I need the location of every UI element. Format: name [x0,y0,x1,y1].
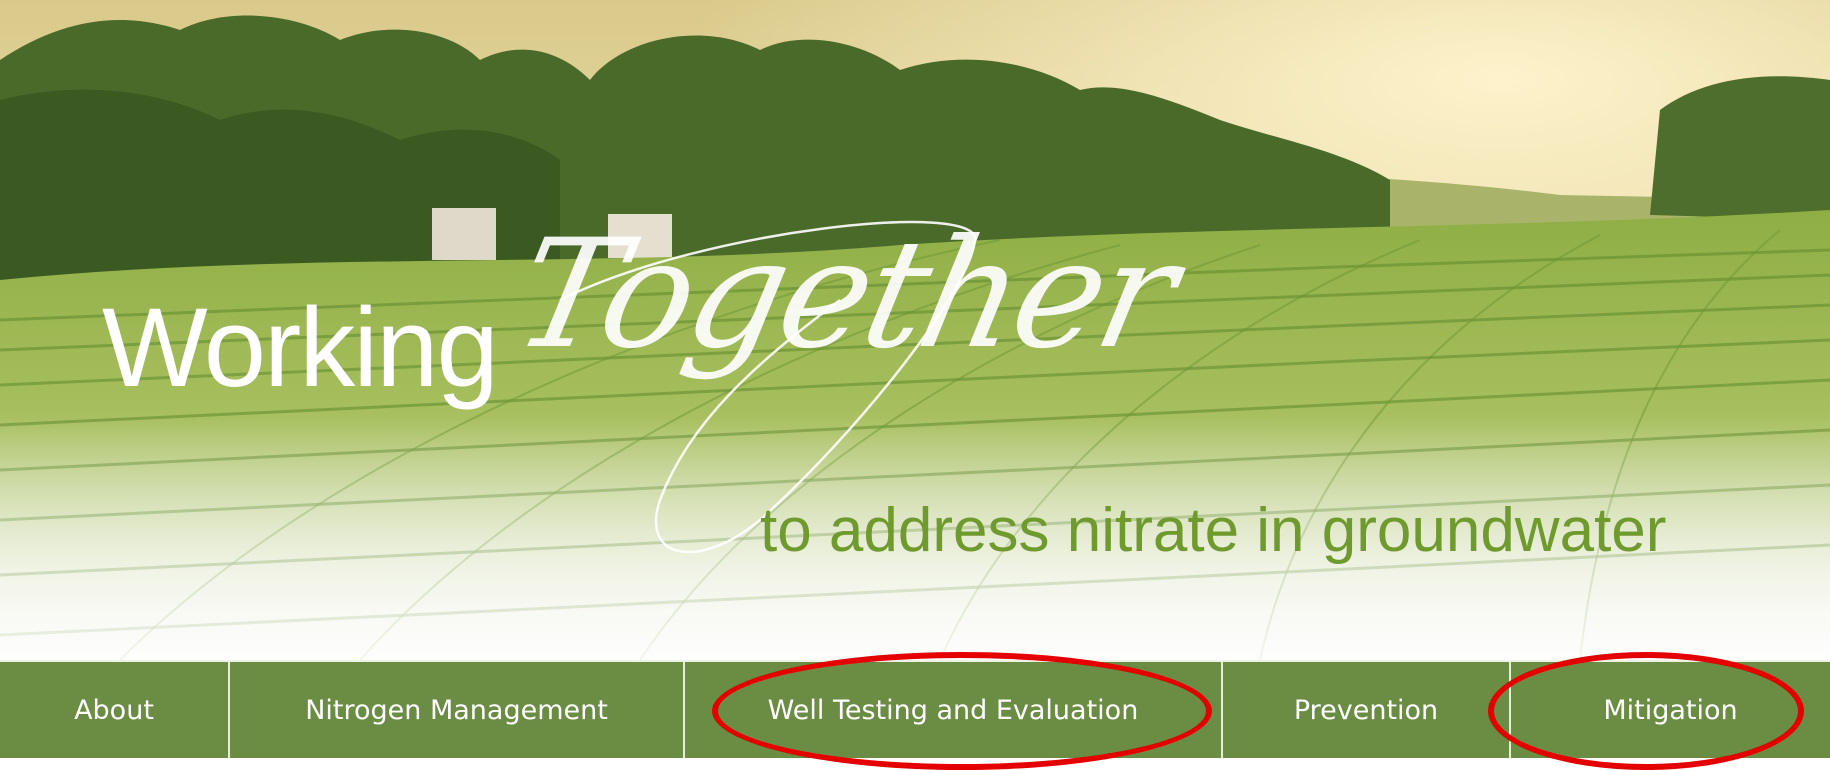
hero-banner: Working Together to address nitrate in g… [0,0,1830,660]
nav-well-testing-and-evaluation[interactable]: Well Testing and Evaluation [685,662,1223,758]
nav-nitrogen-management[interactable]: Nitrogen Management [230,662,685,758]
nav-about[interactable]: About [0,662,230,758]
main-navigation: About Nitrogen Management Well Testing a… [0,660,1830,758]
nav-prevention[interactable]: Prevention [1223,662,1511,758]
headline-together-script: Together [501,208,1188,382]
nav-mitigation[interactable]: Mitigation [1511,662,1830,758]
headline-working: Working [102,285,499,410]
headline-subline: to address nitrate in groundwater [760,496,1667,565]
